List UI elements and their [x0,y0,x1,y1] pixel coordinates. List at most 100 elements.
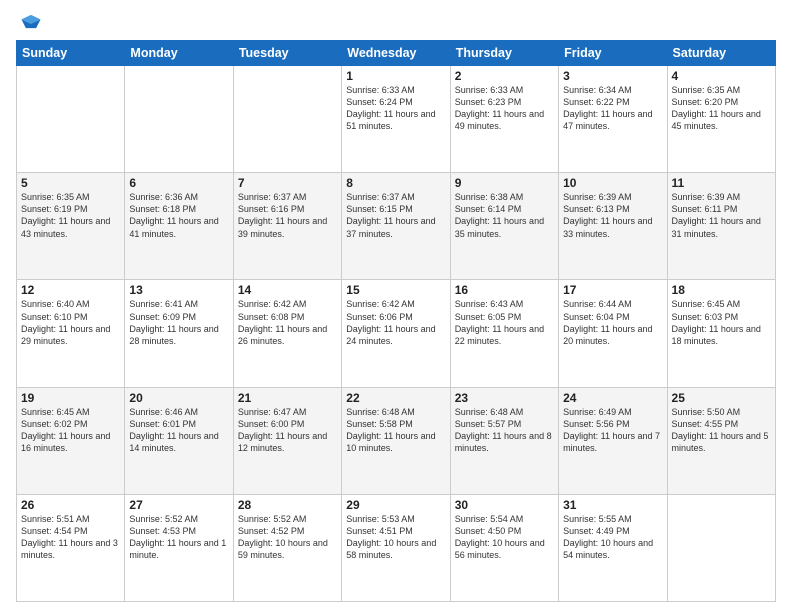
cell-info: Sunrise: 6:47 AMSunset: 6:00 PMDaylight:… [238,406,337,455]
week-row-0: 1Sunrise: 6:33 AMSunset: 6:24 PMDaylight… [17,66,776,173]
cell-info: Sunrise: 6:42 AMSunset: 6:06 PMDaylight:… [346,298,445,347]
weekday-header-friday: Friday [559,41,667,66]
day-number: 26 [21,498,120,512]
calendar-cell: 19Sunrise: 6:45 AMSunset: 6:02 PMDayligh… [17,387,125,494]
header [16,12,776,34]
calendar-table: SundayMondayTuesdayWednesdayThursdayFrid… [16,40,776,602]
day-number: 3 [563,69,662,83]
cell-info: Sunrise: 5:53 AMSunset: 4:51 PMDaylight:… [346,513,445,562]
day-number: 8 [346,176,445,190]
calendar-cell: 11Sunrise: 6:39 AMSunset: 6:11 PMDayligh… [667,173,775,280]
calendar-cell: 31Sunrise: 5:55 AMSunset: 4:49 PMDayligh… [559,494,667,601]
calendar-cell: 3Sunrise: 6:34 AMSunset: 6:22 PMDaylight… [559,66,667,173]
weekday-header-sunday: Sunday [17,41,125,66]
calendar-cell: 23Sunrise: 6:48 AMSunset: 5:57 PMDayligh… [450,387,558,494]
day-number: 2 [455,69,554,83]
cell-info: Sunrise: 6:44 AMSunset: 6:04 PMDaylight:… [563,298,662,347]
calendar-cell: 10Sunrise: 6:39 AMSunset: 6:13 PMDayligh… [559,173,667,280]
calendar-cell: 22Sunrise: 6:48 AMSunset: 5:58 PMDayligh… [342,387,450,494]
calendar-cell: 30Sunrise: 5:54 AMSunset: 4:50 PMDayligh… [450,494,558,601]
week-row-4: 26Sunrise: 5:51 AMSunset: 4:54 PMDayligh… [17,494,776,601]
day-number: 22 [346,391,445,405]
cell-info: Sunrise: 6:34 AMSunset: 6:22 PMDaylight:… [563,84,662,133]
calendar-cell: 24Sunrise: 6:49 AMSunset: 5:56 PMDayligh… [559,387,667,494]
cell-info: Sunrise: 6:41 AMSunset: 6:09 PMDaylight:… [129,298,228,347]
calendar-cell: 27Sunrise: 5:52 AMSunset: 4:53 PMDayligh… [125,494,233,601]
cell-info: Sunrise: 6:42 AMSunset: 6:08 PMDaylight:… [238,298,337,347]
weekday-header-tuesday: Tuesday [233,41,341,66]
cell-info: Sunrise: 6:48 AMSunset: 5:58 PMDaylight:… [346,406,445,455]
calendar-cell: 29Sunrise: 5:53 AMSunset: 4:51 PMDayligh… [342,494,450,601]
day-number: 21 [238,391,337,405]
calendar-cell: 9Sunrise: 6:38 AMSunset: 6:14 PMDaylight… [450,173,558,280]
page: SundayMondayTuesdayWednesdayThursdayFrid… [0,0,792,612]
calendar-cell: 13Sunrise: 6:41 AMSunset: 6:09 PMDayligh… [125,280,233,387]
weekday-header-thursday: Thursday [450,41,558,66]
day-number: 15 [346,283,445,297]
calendar-cell: 12Sunrise: 6:40 AMSunset: 6:10 PMDayligh… [17,280,125,387]
cell-info: Sunrise: 5:54 AMSunset: 4:50 PMDaylight:… [455,513,554,562]
calendar-cell: 5Sunrise: 6:35 AMSunset: 6:19 PMDaylight… [17,173,125,280]
day-number: 6 [129,176,228,190]
calendar-cell: 20Sunrise: 6:46 AMSunset: 6:01 PMDayligh… [125,387,233,494]
cell-info: Sunrise: 6:38 AMSunset: 6:14 PMDaylight:… [455,191,554,240]
cell-info: Sunrise: 6:39 AMSunset: 6:13 PMDaylight:… [563,191,662,240]
day-number: 30 [455,498,554,512]
day-number: 18 [672,283,771,297]
day-number: 9 [455,176,554,190]
week-row-2: 12Sunrise: 6:40 AMSunset: 6:10 PMDayligh… [17,280,776,387]
cell-info: Sunrise: 6:33 AMSunset: 6:23 PMDaylight:… [455,84,554,133]
week-row-3: 19Sunrise: 6:45 AMSunset: 6:02 PMDayligh… [17,387,776,494]
calendar-cell: 26Sunrise: 5:51 AMSunset: 4:54 PMDayligh… [17,494,125,601]
weekday-header-monday: Monday [125,41,233,66]
day-number: 28 [238,498,337,512]
day-number: 13 [129,283,228,297]
calendar-cell: 18Sunrise: 6:45 AMSunset: 6:03 PMDayligh… [667,280,775,387]
cell-info: Sunrise: 6:45 AMSunset: 6:02 PMDaylight:… [21,406,120,455]
cell-info: Sunrise: 5:51 AMSunset: 4:54 PMDaylight:… [21,513,120,562]
calendar-cell: 28Sunrise: 5:52 AMSunset: 4:52 PMDayligh… [233,494,341,601]
calendar-cell: 21Sunrise: 6:47 AMSunset: 6:00 PMDayligh… [233,387,341,494]
day-number: 24 [563,391,662,405]
day-number: 12 [21,283,120,297]
cell-info: Sunrise: 5:50 AMSunset: 4:55 PMDaylight:… [672,406,771,455]
cell-info: Sunrise: 6:35 AMSunset: 6:19 PMDaylight:… [21,191,120,240]
calendar-cell: 16Sunrise: 6:43 AMSunset: 6:05 PMDayligh… [450,280,558,387]
cell-info: Sunrise: 6:45 AMSunset: 6:03 PMDaylight:… [672,298,771,347]
day-number: 5 [21,176,120,190]
calendar-cell: 14Sunrise: 6:42 AMSunset: 6:08 PMDayligh… [233,280,341,387]
cell-info: Sunrise: 6:49 AMSunset: 5:56 PMDaylight:… [563,406,662,455]
calendar-cell: 1Sunrise: 6:33 AMSunset: 6:24 PMDaylight… [342,66,450,173]
calendar-cell: 6Sunrise: 6:36 AMSunset: 6:18 PMDaylight… [125,173,233,280]
weekday-header-wednesday: Wednesday [342,41,450,66]
cell-info: Sunrise: 6:35 AMSunset: 6:20 PMDaylight:… [672,84,771,133]
day-number: 10 [563,176,662,190]
day-number: 19 [21,391,120,405]
day-number: 20 [129,391,228,405]
logo-icon [20,12,42,34]
cell-info: Sunrise: 6:37 AMSunset: 6:16 PMDaylight:… [238,191,337,240]
cell-info: Sunrise: 6:39 AMSunset: 6:11 PMDaylight:… [672,191,771,240]
day-number: 29 [346,498,445,512]
logo [16,12,42,34]
weekday-header-row: SundayMondayTuesdayWednesdayThursdayFrid… [17,41,776,66]
cell-info: Sunrise: 6:36 AMSunset: 6:18 PMDaylight:… [129,191,228,240]
cell-info: Sunrise: 6:48 AMSunset: 5:57 PMDaylight:… [455,406,554,455]
calendar-cell: 2Sunrise: 6:33 AMSunset: 6:23 PMDaylight… [450,66,558,173]
day-number: 11 [672,176,771,190]
calendar-cell: 15Sunrise: 6:42 AMSunset: 6:06 PMDayligh… [342,280,450,387]
calendar-cell: 17Sunrise: 6:44 AMSunset: 6:04 PMDayligh… [559,280,667,387]
calendar-cell [667,494,775,601]
cell-info: Sunrise: 6:43 AMSunset: 6:05 PMDaylight:… [455,298,554,347]
cell-info: Sunrise: 5:55 AMSunset: 4:49 PMDaylight:… [563,513,662,562]
day-number: 7 [238,176,337,190]
day-number: 31 [563,498,662,512]
calendar-cell [125,66,233,173]
day-number: 1 [346,69,445,83]
cell-info: Sunrise: 5:52 AMSunset: 4:52 PMDaylight:… [238,513,337,562]
cell-info: Sunrise: 6:37 AMSunset: 6:15 PMDaylight:… [346,191,445,240]
day-number: 23 [455,391,554,405]
weekday-header-saturday: Saturday [667,41,775,66]
calendar-cell: 7Sunrise: 6:37 AMSunset: 6:16 PMDaylight… [233,173,341,280]
day-number: 17 [563,283,662,297]
